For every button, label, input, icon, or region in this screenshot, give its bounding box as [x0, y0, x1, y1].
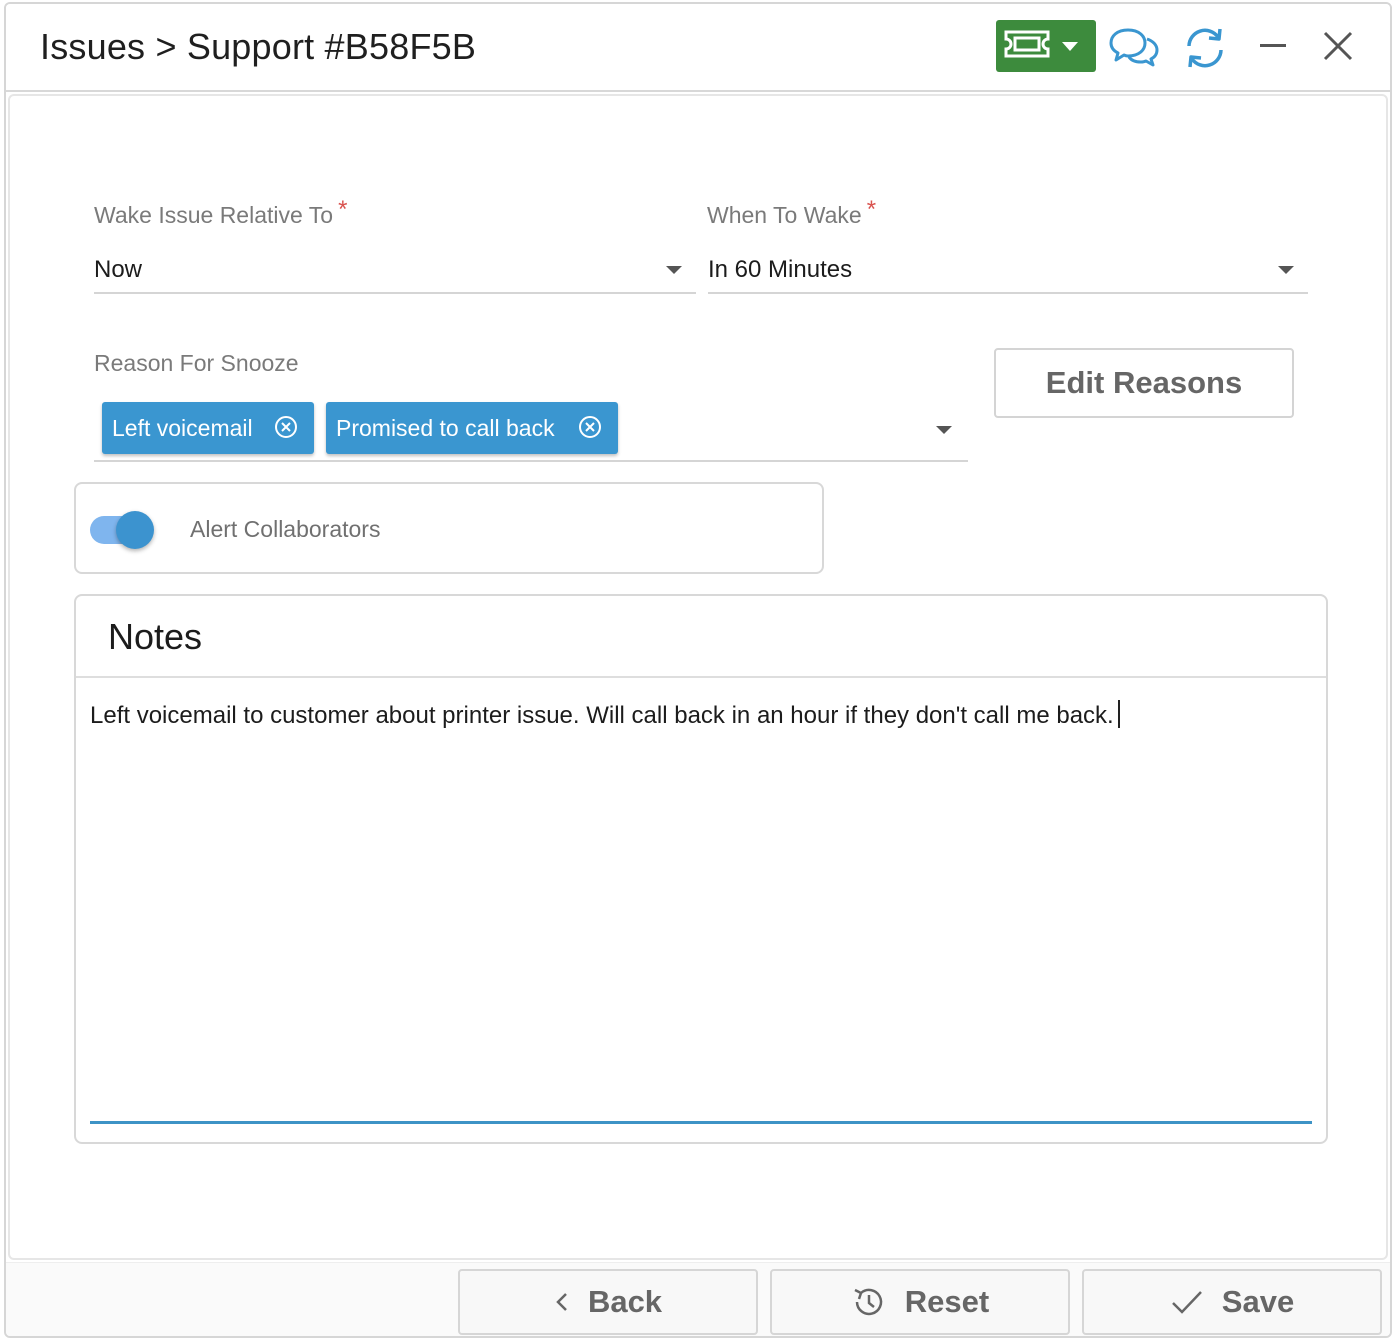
chevron-down-icon	[1278, 266, 1294, 274]
snooze-form: Wake Issue Relative To * Now When To Wake…	[8, 94, 1388, 1260]
wake-relative-select[interactable]: Now	[94, 244, 696, 294]
divider	[76, 676, 1326, 678]
wake-relative-value: Now	[94, 256, 143, 283]
notes-textarea[interactable]: Left voicemail to customer about printer…	[90, 700, 1312, 1124]
reset-button[interactable]: Reset	[770, 1269, 1070, 1335]
alert-collaborators-label: Alert Collaborators	[190, 516, 381, 542]
back-button[interactable]: Back	[458, 1269, 758, 1335]
window-header: Issues > Support #B58F5B	[6, 4, 1390, 92]
toggle-knob[interactable]	[116, 511, 154, 549]
notes-text: Left voicemail to customer about printer…	[90, 702, 1114, 729]
chevron-down-icon	[1062, 41, 1078, 51]
ticket-menu-button[interactable]	[996, 20, 1096, 72]
remove-chip-icon[interactable]	[274, 415, 298, 445]
notes-title: Notes	[108, 616, 203, 657]
issue-snooze-window: Issues > Support #B58F5B Wake Issue Rela…	[4, 2, 1392, 1338]
reset-label: Reset	[904, 1284, 990, 1319]
minimize-icon[interactable]	[1260, 44, 1286, 47]
chat-icon[interactable]	[1108, 26, 1160, 75]
close-icon[interactable]	[1318, 26, 1358, 71]
when-to-wake-select[interactable]: In 60 Minutes	[708, 244, 1308, 294]
wake-relative-label: Wake Issue Relative To *	[94, 196, 348, 228]
save-label: Save	[1221, 1284, 1295, 1319]
chevron-down-icon	[936, 426, 952, 434]
back-label: Back	[587, 1284, 663, 1319]
chevron-left-icon	[554, 1291, 570, 1313]
reason-chip: Promised to call back	[326, 402, 618, 454]
ticket-icon	[1002, 26, 1052, 67]
reason-chip-label: Left voicemail	[112, 414, 253, 441]
when-to-wake-label: When To Wake *	[707, 196, 877, 228]
footer-bar: Back Reset Save	[6, 1262, 1390, 1336]
save-button[interactable]: Save	[1082, 1269, 1382, 1335]
refresh-icon[interactable]	[1182, 26, 1228, 75]
text-cursor	[1117, 700, 1120, 728]
alert-collaborators-row: Alert Collaborators	[74, 482, 824, 574]
reason-chip: Left voicemail	[102, 402, 314, 454]
check-icon	[1170, 1288, 1204, 1316]
edit-reasons-button[interactable]: Edit Reasons	[994, 348, 1294, 418]
reason-chip-label: Promised to call back	[336, 414, 555, 441]
chevron-down-icon	[666, 266, 682, 274]
history-icon	[851, 1284, 887, 1320]
breadcrumb: Issues > Support #B58F5B	[40, 26, 477, 67]
when-to-wake-value: In 60 Minutes	[708, 256, 853, 283]
remove-chip-icon[interactable]	[578, 415, 602, 445]
reason-label: Reason For Snooze	[94, 350, 299, 376]
notes-panel: Notes Left voicemail to customer about p…	[74, 594, 1328, 1144]
